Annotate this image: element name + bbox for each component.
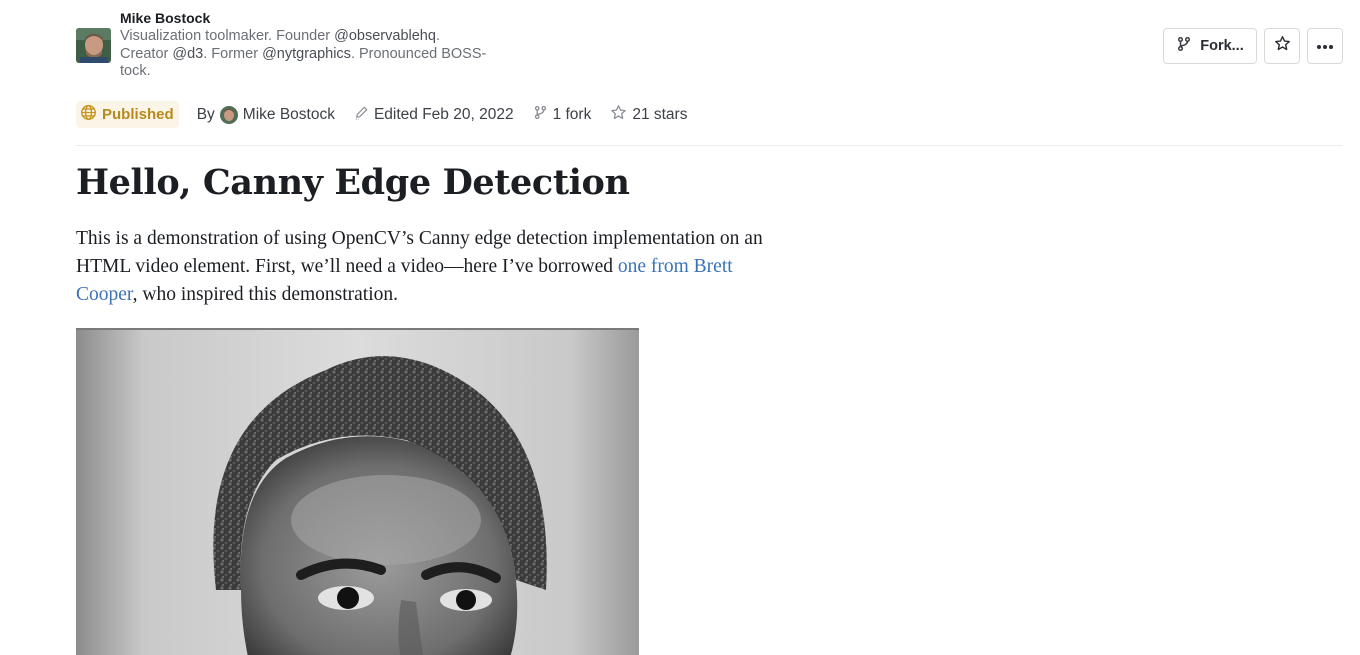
author-profile: Mike Bostock Visualization toolmaker. Fo… — [76, 8, 490, 81]
more-horizontal-icon — [1316, 37, 1334, 55]
globe-icon — [80, 104, 97, 125]
byline-name: Mike Bostock — [242, 105, 335, 123]
page-title: Hello, Canny Edge Detection — [76, 162, 630, 203]
fork-count-label: 1 fork — [552, 105, 592, 123]
avatar[interactable] — [76, 28, 111, 63]
edited-date[interactable]: Edited Feb 20, 2022 — [354, 105, 514, 125]
bio-link-d3[interactable]: @d3 — [172, 46, 203, 62]
star-icon — [610, 104, 627, 126]
status-badge[interactable]: Published — [76, 101, 179, 128]
pencil-icon — [354, 105, 369, 125]
fork-button[interactable]: Fork... — [1163, 28, 1257, 64]
notebook-actions: Fork... — [1163, 28, 1343, 64]
more-button[interactable] — [1307, 28, 1343, 64]
bio-link-nytgraphics[interactable]: @nytgraphics — [262, 46, 351, 62]
video-element[interactable] — [76, 328, 639, 655]
byline-label: By — [196, 105, 215, 123]
fork-button-label: Fork... — [1200, 38, 1244, 54]
intro-paragraph: This is a demonstration of using OpenCV’… — [76, 228, 763, 305]
star-count-label: 21 stars — [632, 105, 688, 123]
status-badge-label: Published — [102, 106, 174, 123]
bio-link-observablehq[interactable]: @observablehq — [334, 28, 436, 44]
author-byline[interactable]: By Mike Bostock — [196, 105, 335, 124]
fork-count[interactable]: 1 fork — [533, 105, 592, 125]
star-button[interactable] — [1264, 28, 1300, 64]
edited-date-label: Edited Feb 20, 2022 — [373, 105, 514, 123]
avatar — [219, 105, 238, 124]
star-icon — [1274, 35, 1291, 57]
author-name[interactable]: Mike Bostock — [120, 8, 490, 28]
star-count[interactable]: 21 stars — [610, 104, 687, 126]
fork-icon — [1176, 36, 1192, 56]
notebook-meta: Published By Mike Bostock Edited Feb 20,… — [76, 101, 687, 128]
author-bio: Visualization toolmaker. Founder @observ… — [120, 28, 487, 79]
divider — [76, 145, 1343, 146]
fork-icon — [533, 105, 548, 125]
